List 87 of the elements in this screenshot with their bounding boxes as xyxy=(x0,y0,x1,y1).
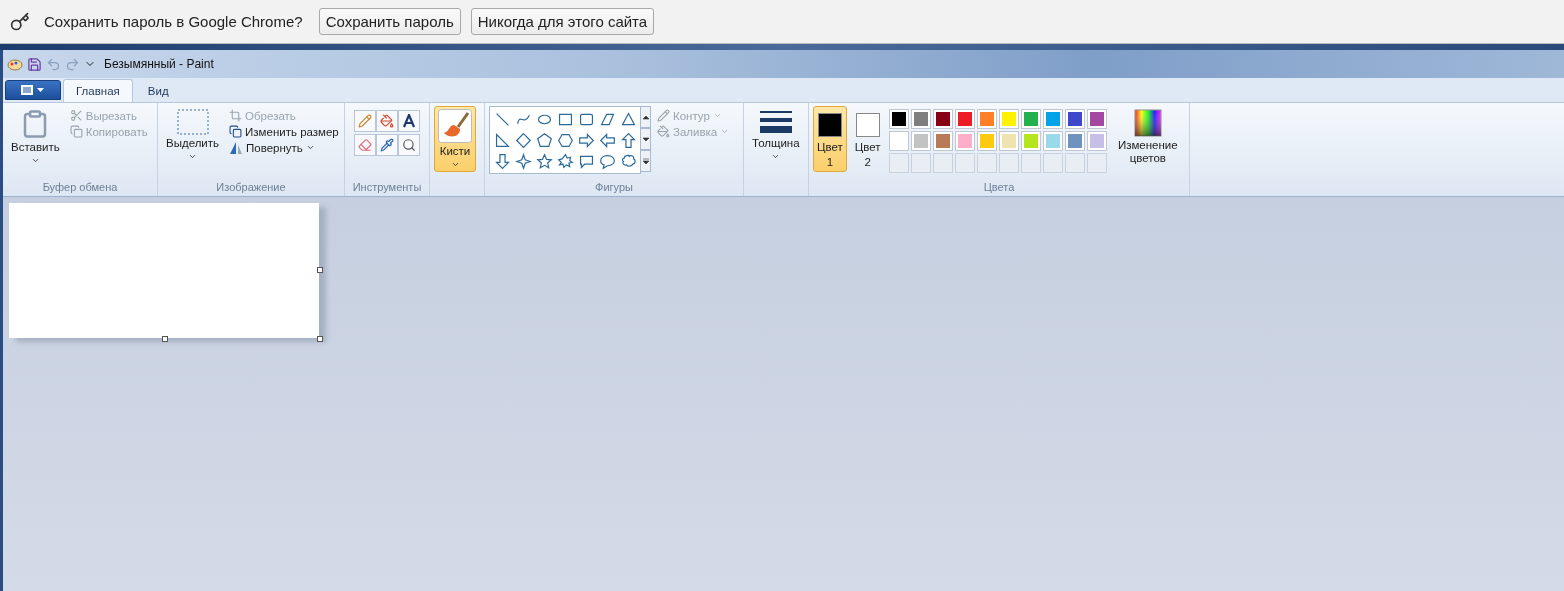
spectrum-icon xyxy=(1133,109,1162,137)
ribbon-tab[interactable]: Главная xyxy=(63,79,133,102)
down-arrow-icon xyxy=(641,135,650,143)
color-button[interactable]: Цвет 2 xyxy=(850,106,885,173)
infobar-button[interactable]: Никогда для этого сайта xyxy=(470,8,655,35)
eraser-icon xyxy=(358,138,372,152)
palette-color[interactable] xyxy=(976,131,997,151)
palette-color[interactable] xyxy=(910,109,931,129)
palette-color[interactable] xyxy=(1042,109,1063,129)
palette-color[interactable] xyxy=(1042,131,1063,151)
six-point-star-icon[interactable] xyxy=(555,151,575,171)
resize-button[interactable]: Изменить размер xyxy=(227,124,341,139)
group-label: Цвета xyxy=(983,181,1015,193)
app-menu-button[interactable] xyxy=(5,80,61,100)
rotate-button[interactable]: Повернуть xyxy=(227,140,341,155)
palette-color[interactable] xyxy=(998,131,1019,151)
size-button[interactable]: Толщина xyxy=(748,106,804,165)
color-number: 2 xyxy=(864,156,871,170)
palette-color[interactable] xyxy=(932,131,953,151)
bucket-icon xyxy=(657,125,670,138)
window-title: Безымянный - Paint xyxy=(104,57,214,71)
resize-icon xyxy=(229,125,243,138)
palette-icon[interactable] xyxy=(7,56,23,72)
color-button[interactable]: Цвет 1 xyxy=(813,106,847,173)
menu-icon xyxy=(20,85,46,95)
palette-color[interactable] xyxy=(1020,109,1041,129)
text-tool[interactable] xyxy=(398,110,420,132)
infobar-button[interactable]: Сохранить пароль xyxy=(318,8,461,35)
gallery-scroll-button[interactable] xyxy=(641,128,651,150)
bucket-icon xyxy=(380,114,394,128)
palette-color[interactable] xyxy=(1086,131,1107,151)
infobar-message: Сохранить пароль в Google Chrome? xyxy=(44,13,303,30)
palette-color[interactable] xyxy=(1064,131,1085,151)
palette-color[interactable] xyxy=(976,109,997,129)
color-number: 1 xyxy=(826,156,834,170)
palette-color[interactable] xyxy=(1086,109,1107,129)
palette-color[interactable] xyxy=(998,109,1019,129)
brushes-button[interactable]: Кисти xyxy=(434,106,476,173)
resize-handle[interactable] xyxy=(317,267,323,273)
key-icon xyxy=(10,11,30,32)
diamond-icon[interactable] xyxy=(513,130,533,150)
group-label: Инструменты xyxy=(352,181,422,193)
copy-icon xyxy=(69,125,83,138)
pentagon-icon[interactable] xyxy=(534,130,554,150)
text-icon xyxy=(402,114,416,128)
color-picker-tool[interactable] xyxy=(376,134,398,156)
pencil-icon xyxy=(358,114,372,128)
magnifier-icon xyxy=(402,138,416,152)
eraser-tool[interactable] xyxy=(354,134,376,156)
group-label: Буфер обмена xyxy=(42,181,118,193)
fill-tool[interactable] xyxy=(376,110,398,132)
pencil-icon xyxy=(657,109,670,122)
up-arrow-icon xyxy=(641,113,650,121)
palette-color[interactable] xyxy=(910,131,931,151)
selection-icon xyxy=(176,109,209,135)
gallery-scroll-button[interactable] xyxy=(641,150,651,172)
group-label: Изображение xyxy=(216,181,286,193)
palette-color[interactable] xyxy=(888,109,909,129)
expand-icon xyxy=(641,157,650,165)
select-button[interactable]: Выделить xyxy=(162,106,224,165)
color-label: Цвет xyxy=(817,141,843,155)
palette-color[interactable] xyxy=(954,131,975,151)
ribbon-tab[interactable]: Вид xyxy=(134,79,182,102)
caret-icon xyxy=(305,143,315,152)
group-label: Фигуры xyxy=(595,181,633,193)
save-icon[interactable] xyxy=(27,56,42,72)
edit-colors-button[interactable]: Изменение цветов xyxy=(1110,106,1185,169)
rotate-icon xyxy=(229,141,244,154)
palette-color[interactable] xyxy=(1020,131,1041,151)
scissors-icon xyxy=(69,109,83,122)
palette-color[interactable] xyxy=(888,131,909,151)
palette-color[interactable] xyxy=(932,109,953,129)
palette-color[interactable] xyxy=(954,109,975,129)
line-width-icon xyxy=(759,109,792,135)
five-point-star-icon[interactable] xyxy=(534,151,554,171)
resize-handle[interactable] xyxy=(317,336,323,342)
four-point-star-icon[interactable] xyxy=(513,151,533,171)
brush-icon xyxy=(438,109,472,143)
palette-color[interactable] xyxy=(1064,109,1085,129)
paste-button[interactable]: Вставить xyxy=(7,106,64,169)
magnifier-tool[interactable] xyxy=(398,134,420,156)
pencil-tool[interactable] xyxy=(354,110,376,132)
gallery-scroll-button[interactable] xyxy=(641,106,651,128)
color-label: Цвет xyxy=(854,141,881,155)
resize-handle[interactable] xyxy=(162,336,168,342)
pipette-icon xyxy=(380,138,394,152)
crop-icon xyxy=(229,109,243,122)
